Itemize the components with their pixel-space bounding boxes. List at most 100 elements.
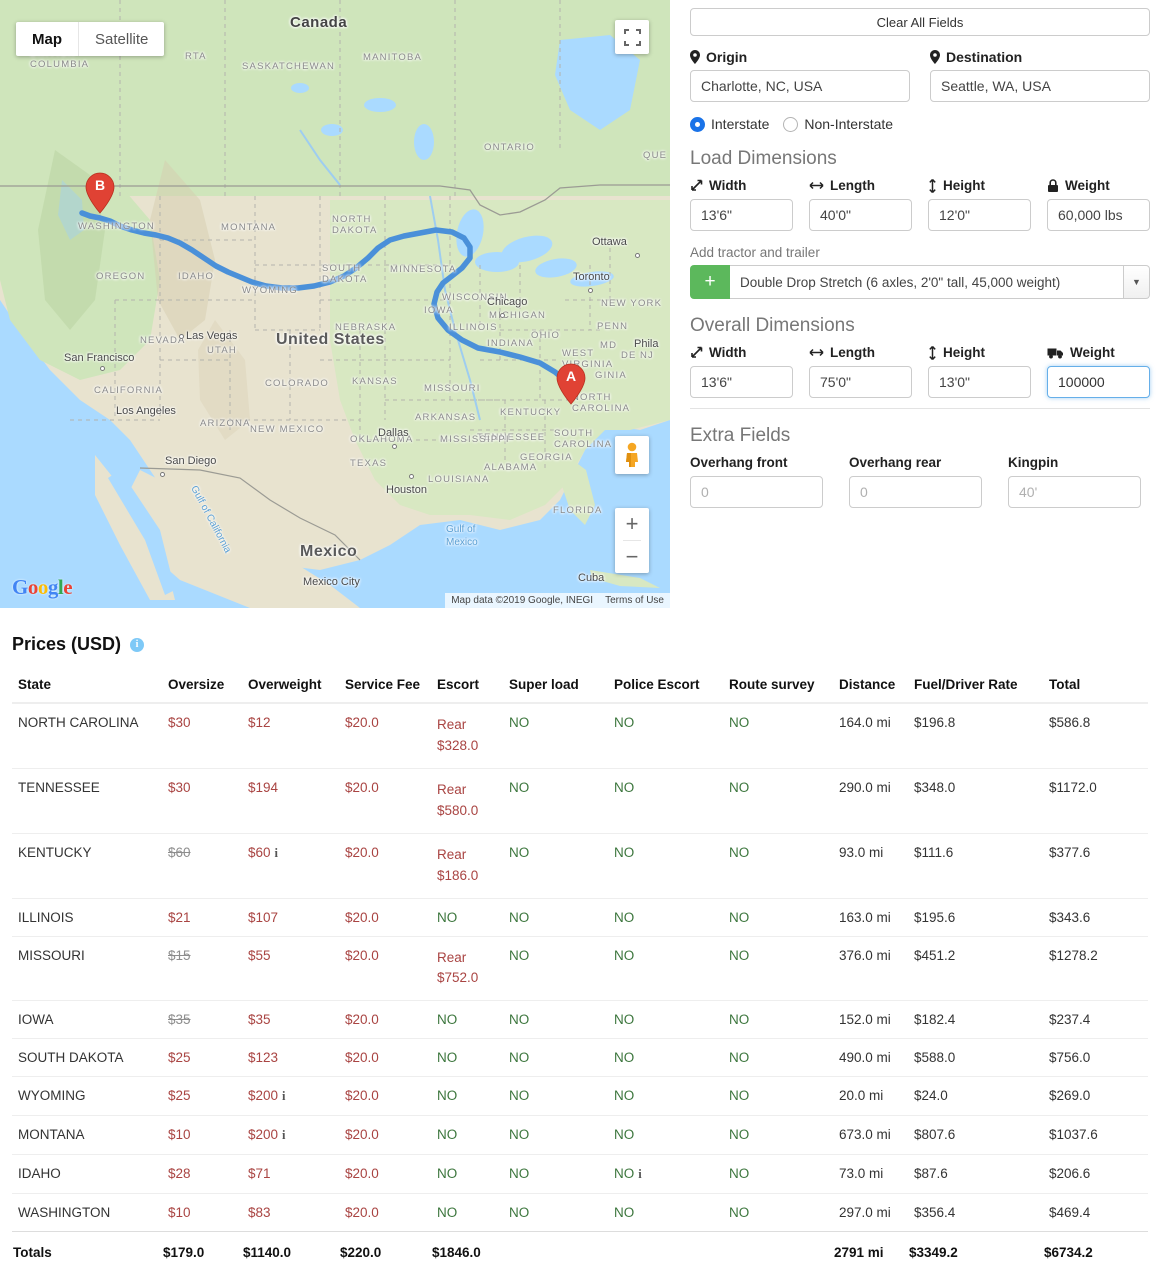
overweight-value: $200 — [248, 1088, 279, 1104]
arrows-horizontal-icon — [809, 348, 824, 357]
map-city-dot — [635, 253, 640, 258]
info-icon[interactable]: i — [282, 1089, 285, 1103]
table-row: MISSOURI $15 $55 $20.0 Rear $752.0 NO NO NO 376.0… — [12, 935, 1148, 1001]
arrow-vertical-icon — [929, 345, 936, 360]
destination-label: Destination — [946, 49, 1023, 65]
map-type-map-button[interactable]: Map — [16, 22, 79, 56]
cell-total: $1278.2 — [1043, 935, 1148, 1001]
cell-police-escort: NO — [608, 702, 723, 769]
map-city-dot — [500, 313, 505, 318]
col-header-fuel-driver-rate: Fuel/Driver Rate — [908, 669, 1043, 704]
google-logo-g1: G — [12, 575, 28, 599]
zoom-in-button[interactable]: + — [615, 508, 649, 540]
google-logo-e: e — [63, 575, 73, 599]
overall-length-input[interactable] — [809, 366, 912, 398]
cell-service-fee: $20.0 — [339, 897, 431, 937]
map-type-satellite-button[interactable]: Satellite — [79, 22, 164, 56]
extra-fields-labels: Overhang front Overhang rear Kingpin — [690, 455, 1150, 470]
oversize-value: $10 — [168, 1205, 191, 1221]
cell-police-escort: NO — [608, 1000, 723, 1039]
table-row: ILLINOIS $21 $107 $20.0 NO NO NO NO 163.0 mi $195… — [12, 897, 1148, 937]
overall-width-input[interactable] — [690, 366, 793, 398]
overall-weight-input[interactable] — [1047, 366, 1150, 398]
cell-state: WYOMING — [12, 1076, 162, 1116]
map-type-control[interactable]: Map Satellite — [16, 22, 165, 56]
table-header-row: State Oversize Overweight Service Fee Es… — [12, 669, 1148, 704]
route-form-panel: Clear All Fields Origin Destination — [670, 0, 1160, 612]
zoom-out-button[interactable]: − — [615, 541, 649, 573]
table-row: IDAHO $28 $71 $20.0 NO NO NO i NO 73.0 mi $87.6 $20… — [12, 1154, 1148, 1194]
load-width-label-group: Width — [690, 178, 793, 193]
add-tractor-trailer-button[interactable]: + — [690, 265, 730, 299]
oversize-value: $30 — [168, 779, 191, 795]
origin-input[interactable] — [690, 70, 910, 102]
load-width-input[interactable] — [690, 199, 793, 231]
destination-input[interactable] — [930, 70, 1150, 102]
load-weight-input[interactable] — [1047, 199, 1150, 231]
map-marker-b[interactable]: B — [85, 172, 115, 214]
overall-dimensions-title: Overall Dimensions — [690, 315, 855, 336]
table-row: NORTH CAROLINA $30 $12 $20.0 Rear $328.0 NO NO N… — [12, 702, 1148, 769]
info-icon[interactable]: i — [282, 1128, 285, 1142]
overall-height-label-group: Height — [928, 345, 1031, 360]
cell-total: $377.6 — [1043, 832, 1148, 899]
cell-police-escort: NO — [608, 1193, 723, 1232]
overweight-value: $83 — [248, 1205, 271, 1221]
cell-route-survey: NO — [723, 1115, 833, 1155]
cell-distance: 490.0 mi — [833, 1038, 908, 1077]
panel-divider — [690, 408, 1150, 409]
cell-oversize: $60 — [162, 832, 242, 899]
kingpin-input[interactable] — [1008, 476, 1141, 508]
cell-service-fee: $20.0 — [339, 1076, 431, 1116]
cell-fuel-driver-rate: $348.0 — [908, 767, 1043, 834]
totals-distance: 2791 mi — [833, 1231, 908, 1261]
fullscreen-button[interactable] — [615, 20, 649, 54]
cell-oversize: $25 — [162, 1076, 242, 1116]
cell-oversize: $30 — [162, 702, 242, 769]
route-map[interactable]: Canada United States Mexico Cuba BRITISH… — [0, 0, 670, 608]
overhang-front-input[interactable] — [690, 476, 823, 508]
terms-of-use-link[interactable]: Terms of Use — [605, 595, 664, 606]
non-interstate-label: Non-Interstate — [804, 116, 894, 132]
cell-distance: 93.0 mi — [833, 832, 908, 899]
oversize-value: $28 — [168, 1166, 191, 1182]
chevron-down-icon[interactable]: ▼ — [1124, 265, 1150, 299]
info-icon[interactable]: i — [275, 846, 278, 860]
google-logo-g2: g — [47, 575, 59, 599]
overall-height-input[interactable] — [928, 366, 1031, 398]
google-logo: Google — [12, 575, 73, 600]
radio-non-interstate-icon[interactable] — [783, 116, 799, 132]
cell-police-escort: NO — [608, 935, 723, 1001]
tractor-trailer-select[interactable]: Double Drop Stretch (6 axles, 2'0" tall,… — [730, 265, 1124, 299]
overweight-value: $123 — [248, 1050, 279, 1066]
load-length-input[interactable] — [809, 199, 912, 231]
cell-service-fee: $20.0 — [339, 1038, 431, 1077]
info-icon[interactable]: i — [638, 1167, 641, 1181]
cell-oversize: $25 — [162, 1038, 242, 1077]
load-height-input[interactable] — [928, 199, 1031, 231]
cell-total: $586.8 — [1043, 702, 1148, 769]
prices-table: State Oversize Overweight Service Fee Es… — [12, 669, 1148, 1261]
overall-length-label: Length — [830, 345, 875, 360]
cell-fuel-driver-rate: $195.6 — [908, 897, 1043, 937]
map-marker-a[interactable]: A — [556, 363, 586, 405]
cell-super-load: NO — [503, 1115, 608, 1155]
route-type-non-interstate-option[interactable]: Non-Interstate — [783, 116, 893, 132]
map-zoom-control[interactable]: + − — [615, 508, 649, 573]
overhang-rear-input[interactable] — [849, 476, 982, 508]
street-view-pegman[interactable] — [615, 436, 649, 474]
cell-route-survey: NO — [723, 767, 833, 834]
cell-distance: 297.0 mi — [833, 1193, 908, 1232]
cell-escort: Rear $186.0 — [431, 832, 503, 899]
cell-route-survey: NO — [723, 832, 833, 899]
cell-oversize: $21 — [162, 897, 242, 937]
radio-interstate-icon[interactable] — [690, 116, 705, 132]
route-type-interstate-option[interactable]: Interstate — [690, 116, 769, 132]
cell-fuel-driver-rate: $87.6 — [908, 1154, 1043, 1194]
cell-overweight: $55 — [242, 935, 339, 1001]
cell-oversize: $10 — [162, 1193, 242, 1232]
totals-oversize: $179.0 — [162, 1231, 242, 1261]
oversize-value: $35 — [168, 1012, 191, 1028]
clear-all-fields-button[interactable]: Clear All Fields — [690, 8, 1150, 36]
info-icon[interactable]: i — [130, 637, 145, 652]
